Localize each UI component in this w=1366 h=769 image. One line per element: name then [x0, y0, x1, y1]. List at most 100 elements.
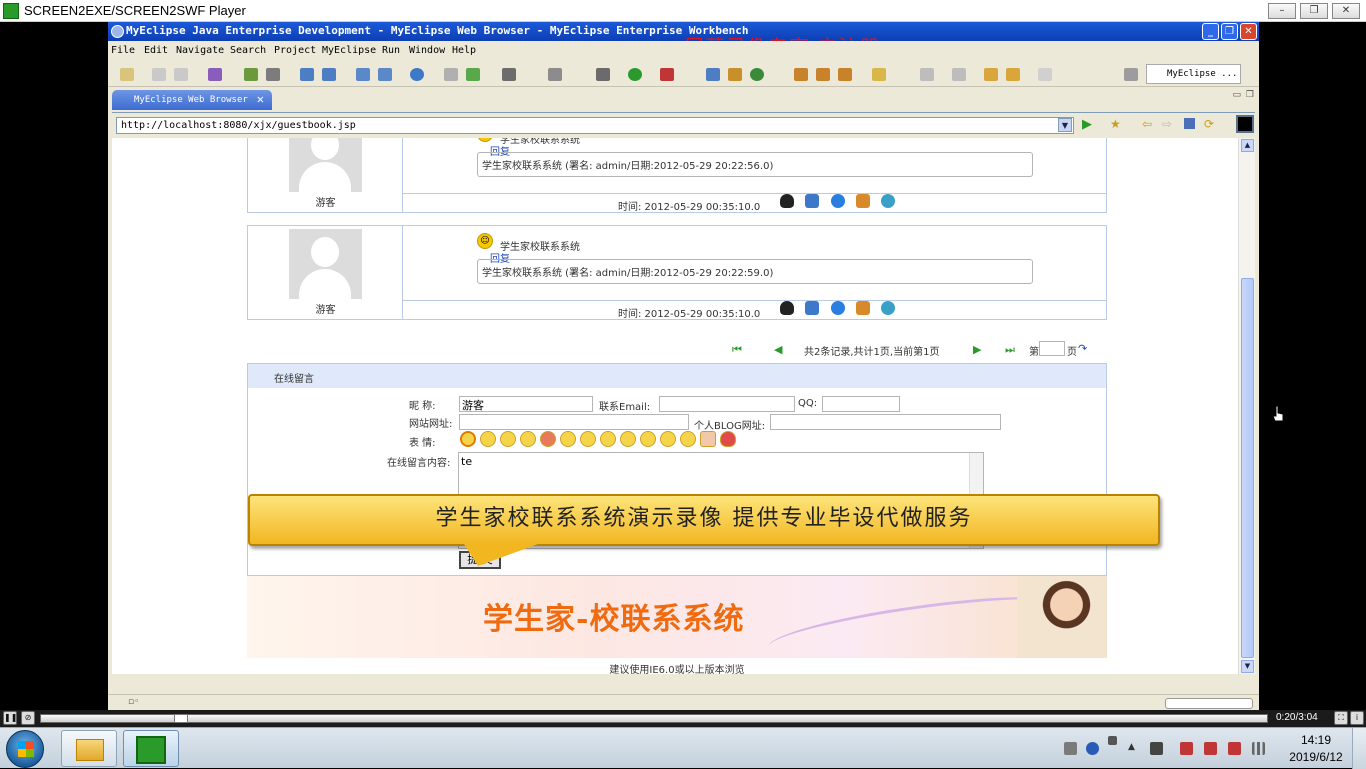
emotion-victory-icon[interactable]	[700, 431, 716, 447]
refresh-icon[interactable]	[466, 68, 480, 81]
package-icon[interactable]	[208, 68, 222, 81]
server-icon[interactable]	[266, 68, 280, 81]
menu-project[interactable]: Project	[274, 45, 316, 56]
menu-search[interactable]: Search	[230, 45, 266, 56]
go-page-icon[interactable]: ↷	[1078, 342, 1087, 355]
favorites-icon[interactable]: ★	[1110, 117, 1121, 131]
monitor-icon[interactable]	[502, 68, 516, 81]
seek-bar[interactable]	[40, 714, 1268, 723]
browser-view-icon[interactable]	[1236, 115, 1254, 133]
emotion-shy-icon[interactable]	[480, 431, 496, 447]
qq-icon[interactable]	[780, 194, 794, 208]
minimize-view-icon[interactable]: ▭	[1232, 90, 1241, 100]
new-gen-icon[interactable]	[750, 68, 764, 81]
menu-myeclipse[interactable]: MyEclipse	[322, 45, 376, 56]
menu-help[interactable]: Help	[452, 45, 476, 56]
qq-icon[interactable]	[780, 301, 794, 315]
last-edit-icon[interactable]	[984, 68, 998, 81]
url-input[interactable]: http://localhost:8080/xjx/guestbook.jsp	[116, 117, 1074, 134]
annotation-icon[interactable]	[872, 68, 886, 81]
url-dropdown-icon[interactable]: ▼	[1058, 118, 1072, 132]
menu-file[interactable]: File	[111, 45, 135, 56]
last-page-icon[interactable]: ⏭	[1005, 343, 1015, 357]
next-annotation-icon[interactable]	[920, 68, 934, 81]
browser-refresh-icon[interactable]: ⟳	[1204, 117, 1214, 131]
scroll-up-icon[interactable]: ▲	[1241, 139, 1254, 152]
globe-icon[interactable]	[410, 68, 424, 81]
volume-tray-icon[interactable]	[1204, 742, 1217, 755]
start-button[interactable]	[6, 730, 44, 768]
browser-forward-icon[interactable]: ⇨	[1162, 117, 1172, 131]
email-input[interactable]	[659, 396, 795, 412]
emotion-sad-icon[interactable]	[520, 431, 536, 447]
run-icon[interactable]	[628, 68, 642, 81]
deploy-icon[interactable]	[244, 68, 258, 81]
info-icon[interactable]: i	[1350, 711, 1364, 725]
stop-icon[interactable]	[1184, 118, 1195, 129]
player-minimize-button[interactable]: –	[1268, 3, 1296, 19]
tray-clock[interactable]: 14:19 2019/6/12	[1284, 732, 1348, 766]
database-icon[interactable]	[356, 68, 370, 81]
prev-annotation-icon[interactable]	[952, 68, 966, 81]
close-tab-icon[interactable]: ✕	[257, 92, 264, 106]
perspective-myeclipse[interactable]: MyEclipse ...	[1146, 64, 1241, 84]
save-icon[interactable]	[152, 68, 166, 81]
emotion-lips-icon[interactable]	[720, 431, 736, 447]
next-page-icon[interactable]: ▶	[973, 343, 981, 356]
menu-window[interactable]: Window	[409, 45, 445, 56]
emotion-kiss-icon[interactable]	[540, 431, 556, 447]
seek-knob[interactable]	[174, 714, 188, 723]
flag-tray-icon[interactable]	[1228, 742, 1241, 755]
email-icon[interactable]	[805, 301, 819, 315]
folder-icon[interactable]	[444, 68, 458, 81]
eclipse-close-button[interactable]: ✕	[1240, 23, 1257, 40]
taskbar-player[interactable]	[123, 730, 179, 767]
msn-icon[interactable]	[881, 301, 895, 315]
open-type-icon[interactable]	[548, 68, 562, 81]
email-icon[interactable]	[805, 194, 819, 208]
player-restore-button[interactable]: ❐	[1300, 3, 1328, 19]
emotion-wink-icon[interactable]	[560, 431, 576, 447]
nickname-input[interactable]: 游客	[459, 396, 593, 412]
emotion-smile-icon[interactable]	[460, 431, 476, 447]
prev-page-icon[interactable]: ◀	[774, 343, 782, 356]
new-package-icon[interactable]	[728, 68, 742, 81]
pause-icon[interactable]: ❚❚	[3, 711, 17, 725]
wizard2-icon[interactable]	[322, 68, 336, 81]
print-icon[interactable]	[174, 68, 188, 81]
emotion-cool-icon[interactable]	[620, 431, 636, 447]
fullscreen-icon[interactable]: ⛶	[1334, 711, 1348, 725]
go-icon[interactable]: ▶	[1082, 117, 1092, 132]
security-tray-icon[interactable]	[1180, 742, 1193, 755]
open-perspective-icon[interactable]	[1124, 68, 1138, 81]
website-input[interactable]	[459, 414, 689, 430]
signal-tray-icon[interactable]	[1252, 742, 1265, 755]
page-scrollbar[interactable]: ▲ ▼	[1238, 138, 1255, 674]
browser-back-icon[interactable]: ⇦	[1142, 117, 1152, 131]
show-desktop-button[interactable]	[1352, 728, 1366, 769]
language-tray-icon[interactable]	[1108, 736, 1117, 745]
new-class-icon[interactable]	[706, 68, 720, 81]
menu-navigate[interactable]: Navigate	[176, 45, 224, 56]
player-close-button[interactable]: ✕	[1332, 3, 1360, 19]
sql-icon[interactable]	[378, 68, 392, 81]
qq-input[interactable]	[822, 396, 900, 412]
ie-icon[interactable]	[831, 301, 845, 315]
emotion-laugh-icon[interactable]	[600, 431, 616, 447]
lock-icon[interactable]	[838, 68, 852, 81]
external-tools-icon[interactable]	[660, 68, 674, 81]
menu-run[interactable]: Run	[382, 45, 400, 56]
home-icon[interactable]	[856, 194, 870, 208]
first-page-icon[interactable]: ⏮	[732, 343, 742, 357]
show-hidden-icon[interactable]: ▲	[1128, 742, 1135, 752]
msn-icon[interactable]	[881, 194, 895, 208]
forward-icon[interactable]	[1038, 68, 1052, 81]
scroll-down-icon[interactable]: ▼	[1241, 660, 1254, 673]
stop-playback-icon[interactable]: ⊘	[21, 711, 35, 725]
emotion-surprise-icon[interactable]	[660, 431, 676, 447]
page-number-input[interactable]	[1039, 341, 1065, 356]
tab-myeclipse-web-browser[interactable]: MyEclipse Web Browser ✕	[112, 90, 272, 110]
open-task-icon[interactable]	[794, 68, 808, 81]
home-icon[interactable]	[856, 301, 870, 315]
emotion-tongue-icon[interactable]	[640, 431, 656, 447]
